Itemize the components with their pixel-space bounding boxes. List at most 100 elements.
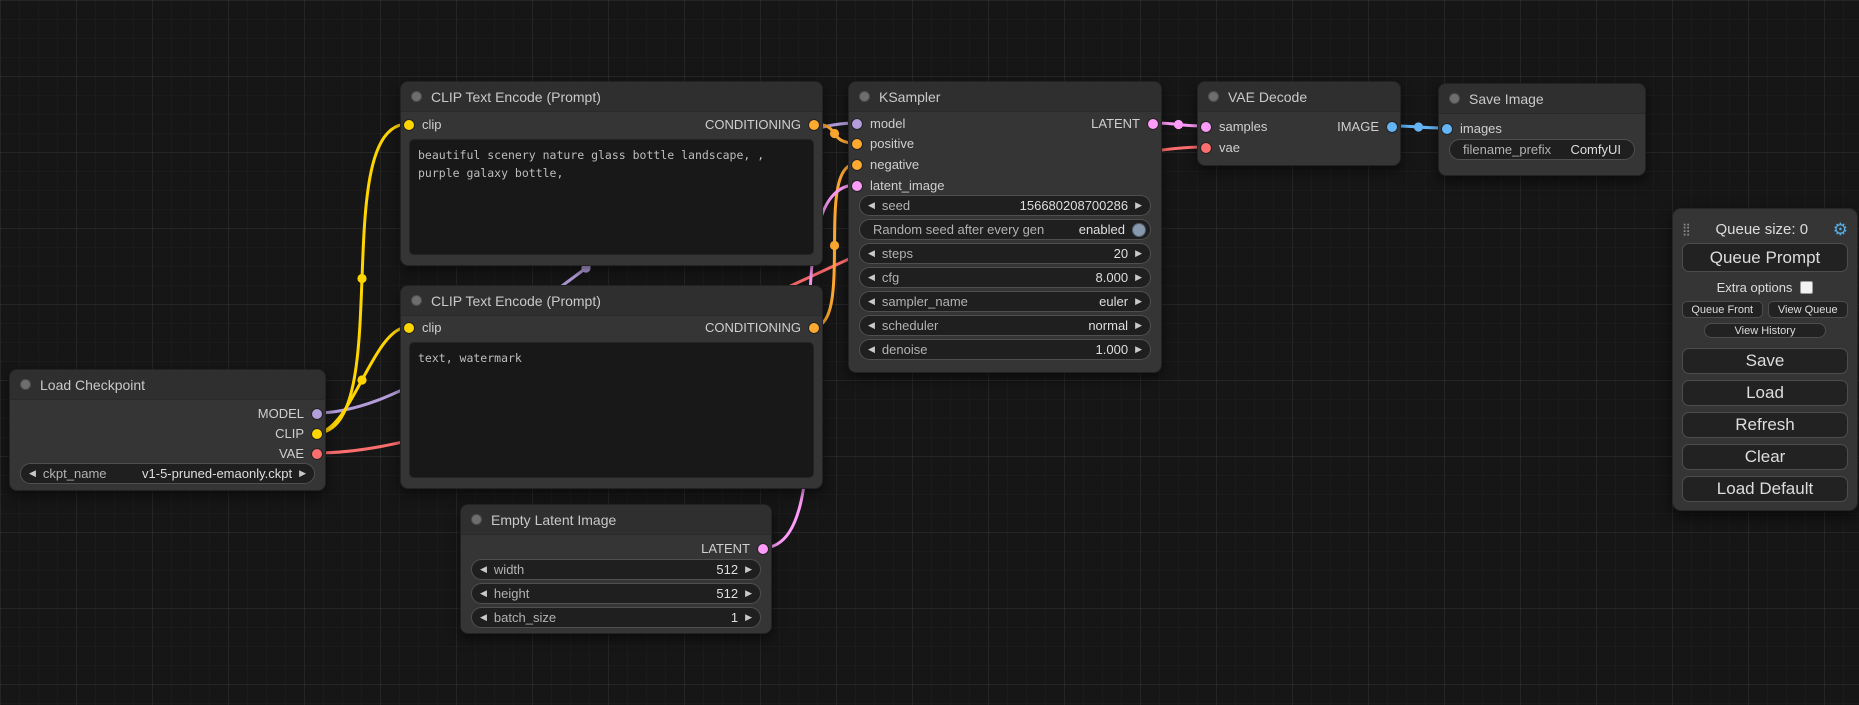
node-titlebar[interactable]: KSampler (849, 82, 1161, 112)
increment-arrow-icon[interactable]: ▶ (1135, 249, 1142, 258)
height-widget[interactable]: ◀height512▶ (471, 583, 761, 604)
collapse-dot-icon[interactable] (411, 295, 422, 306)
link-midpoint-dot (357, 274, 366, 283)
load-button[interactable]: Load (1682, 380, 1848, 406)
node-titlebar[interactable]: Load Checkpoint (10, 370, 325, 400)
decrement-arrow-icon[interactable]: ◀ (29, 469, 36, 478)
node-load-checkpoint[interactable]: Load CheckpointMODELCLIPVAE◀ckpt_namev1-… (9, 369, 326, 491)
queue-prompt-button[interactable]: Queue Prompt (1682, 243, 1848, 272)
samples-input-port[interactable] (1201, 122, 1211, 132)
LATENT-output-port[interactable] (1148, 119, 1158, 129)
decrement-arrow-icon[interactable]: ◀ (868, 201, 875, 210)
LATENT-output-port[interactable] (758, 544, 768, 554)
widget-value: 156680208700286 (1020, 198, 1128, 213)
filename_prefix-widget[interactable]: filename_prefixComfyUI (1449, 139, 1635, 160)
scheduler-widget[interactable]: ◀schedulernormal▶ (859, 315, 1151, 336)
vae-input-port[interactable] (1201, 143, 1211, 153)
queue-actions: Save Load Refresh Clear Load Default (1682, 348, 1848, 502)
widget-value: normal (1088, 318, 1128, 333)
cfg-widget[interactable]: ◀cfg8.000▶ (859, 267, 1151, 288)
clear-button[interactable]: Clear (1682, 444, 1848, 470)
model-input-port[interactable] (852, 119, 862, 129)
increment-arrow-icon[interactable]: ▶ (745, 589, 752, 598)
decrement-arrow-icon[interactable]: ◀ (868, 249, 875, 258)
clip-input-port[interactable] (404, 120, 414, 130)
decrement-arrow-icon[interactable]: ◀ (480, 565, 487, 574)
collapse-dot-icon[interactable] (471, 514, 482, 525)
collapse-dot-icon[interactable] (411, 91, 422, 102)
node-titlebar[interactable]: VAE Decode (1198, 82, 1400, 112)
increment-arrow-icon[interactable]: ▶ (745, 565, 752, 574)
samples-input-slot-label: samples (1219, 117, 1267, 137)
IMAGE-output-port[interactable] (1387, 122, 1397, 132)
latent_image-input-port[interactable] (852, 181, 862, 191)
increment-arrow-icon[interactable]: ▶ (1135, 345, 1142, 354)
node-titlebar[interactable]: Save Image (1439, 84, 1645, 114)
extra-options-checkbox[interactable] (1800, 281, 1813, 294)
prompt-textarea[interactable]: text, watermark (409, 342, 814, 478)
queue-front-button[interactable]: Queue Front (1682, 301, 1763, 318)
widget-value: euler (1099, 294, 1128, 309)
widget-label: ckpt_name (43, 466, 107, 481)
widget-value: 8.000 (1096, 270, 1129, 285)
random-seed-after-every-gen-widget[interactable]: Random seed after every genenabled (859, 219, 1151, 240)
positive-input-port[interactable] (852, 139, 862, 149)
batch_size-widget[interactable]: ◀ batch_size 1 ▶ (471, 607, 761, 628)
drag-handle-icon[interactable]: ⣿ (1682, 223, 1691, 235)
CONDITIONING-output-port[interactable] (809, 323, 819, 333)
CLIP-output-port[interactable] (312, 429, 322, 439)
view-queue-button[interactable]: View Queue (1768, 301, 1849, 318)
increment-arrow-icon[interactable]: ▶ (745, 613, 752, 622)
node-clip-encode-positive[interactable]: CLIP Text Encode (Prompt)clipCONDITIONIN… (400, 81, 823, 266)
node-titlebar[interactable]: Empty Latent Image (461, 505, 771, 535)
node-clip-encode-negative[interactable]: CLIP Text Encode (Prompt)clipCONDITIONIN… (400, 285, 823, 489)
negative-input-port[interactable] (852, 160, 862, 170)
VAE-output-port[interactable] (312, 449, 322, 459)
CONDITIONING-output-port[interactable] (809, 120, 819, 130)
widget-value: 1 (731, 610, 738, 625)
images-input-port[interactable] (1442, 124, 1452, 134)
node-empty-latent[interactable]: Empty Latent ImageLATENT◀width512▶◀heigh… (460, 504, 772, 634)
link-midpoint-dot (830, 129, 839, 138)
increment-arrow-icon[interactable]: ▶ (1135, 273, 1142, 282)
decrement-arrow-icon[interactable]: ◀ (868, 273, 875, 282)
view-history-button[interactable]: View History (1704, 323, 1827, 338)
node-save-image[interactable]: Save Imageimagesfilename_prefixComfyUI (1438, 83, 1646, 176)
prompt-textarea[interactable]: beautiful scenery nature glass bottle la… (409, 139, 814, 255)
increment-arrow-icon[interactable]: ▶ (299, 469, 306, 478)
decrement-arrow-icon[interactable]: ◀ (868, 345, 875, 354)
graph-canvas[interactable]: ⣿ Queue size: 0 ⚙ Queue Prompt Extra opt… (0, 0, 1859, 705)
width-widget[interactable]: ◀width512▶ (471, 559, 761, 580)
refresh-button[interactable]: Refresh (1682, 412, 1848, 438)
widget-label: batch_size (494, 610, 556, 625)
increment-arrow-icon[interactable]: ▶ (1135, 321, 1142, 330)
denoise-widget[interactable]: ◀denoise1.000▶ (859, 339, 1151, 360)
node-title: Save Image (1469, 91, 1544, 107)
sampler_name-widget[interactable]: ◀sampler_nameeuler▶ (859, 291, 1151, 312)
decrement-arrow-icon[interactable]: ◀ (480, 613, 487, 622)
collapse-dot-icon[interactable] (859, 91, 870, 102)
settings-gear-icon[interactable]: ⚙ (1833, 221, 1848, 238)
clip-input-port[interactable] (404, 323, 414, 333)
decrement-arrow-icon[interactable]: ◀ (868, 297, 875, 306)
increment-arrow-icon[interactable]: ▶ (1135, 297, 1142, 306)
collapse-dot-icon[interactable] (20, 379, 31, 390)
decrement-arrow-icon[interactable]: ◀ (868, 321, 875, 330)
node-title: KSampler (879, 89, 940, 105)
node-vae-decode[interactable]: VAE DecodesamplesvaeIMAGE (1197, 81, 1401, 166)
seed-widget[interactable]: ◀seed156680208700286▶ (859, 195, 1151, 216)
increment-arrow-icon[interactable]: ▶ (1135, 201, 1142, 210)
ckpt_name-widget[interactable]: ◀ckpt_namev1-5-pruned-emaonly.ckpt▶ (20, 463, 315, 484)
steps-widget[interactable]: ◀steps20▶ (859, 243, 1151, 264)
node-ksampler[interactable]: KSamplermodelpositivenegativelatent_imag… (848, 81, 1162, 373)
save-button[interactable]: Save (1682, 348, 1848, 374)
node-titlebar[interactable]: CLIP Text Encode (Prompt) (401, 82, 822, 112)
decrement-arrow-icon[interactable]: ◀ (480, 589, 487, 598)
load-default-button[interactable]: Load Default (1682, 476, 1848, 502)
collapse-dot-icon[interactable] (1449, 93, 1460, 104)
toggle-knob[interactable] (1132, 223, 1146, 237)
collapse-dot-icon[interactable] (1208, 91, 1219, 102)
node-titlebar[interactable]: CLIP Text Encode (Prompt) (401, 286, 822, 316)
MODEL-output-port[interactable] (312, 409, 322, 419)
queue-size-label: Queue size: 0 (1691, 221, 1833, 238)
